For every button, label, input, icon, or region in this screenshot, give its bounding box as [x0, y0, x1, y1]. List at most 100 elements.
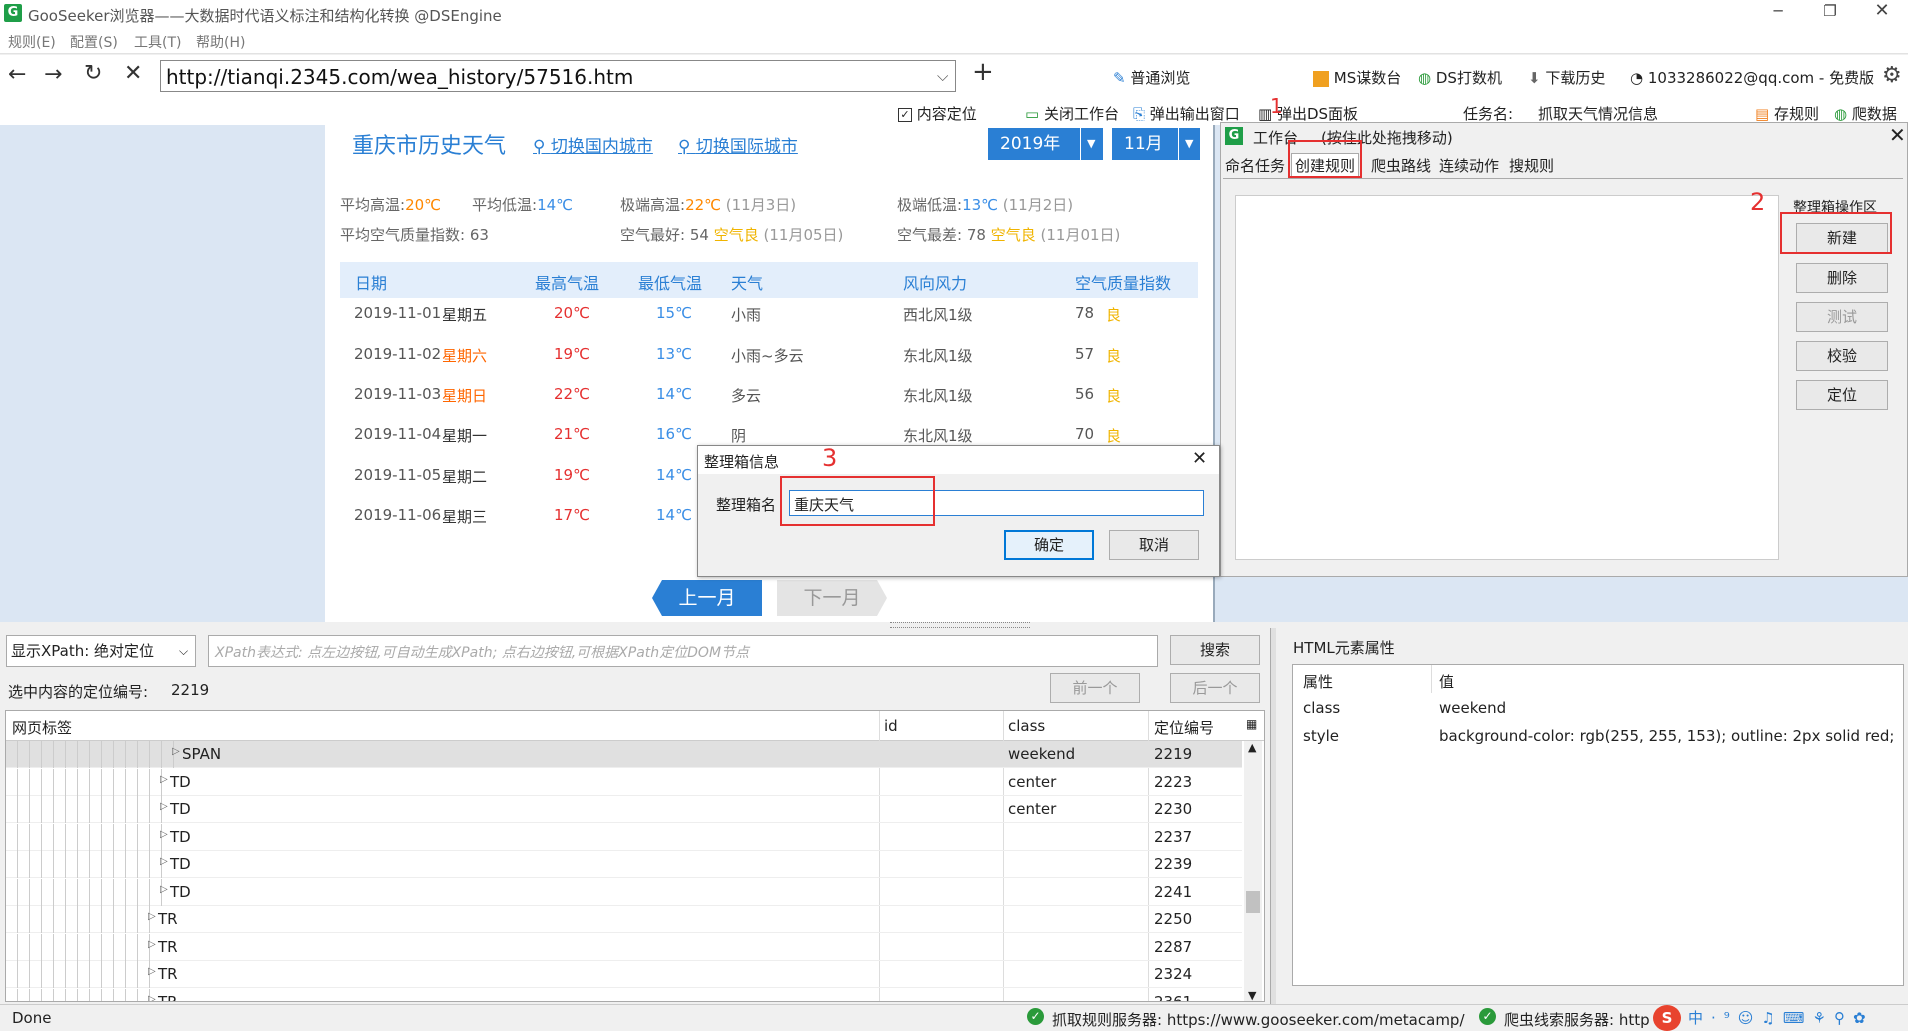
- expand-icon[interactable]: ▷: [160, 884, 168, 895]
- dialog-close-icon[interactable]: ✕: [1192, 448, 1207, 469]
- download-icon: ⬇: [1528, 69, 1541, 87]
- ime-logo-icon[interactable]: S: [1653, 1005, 1681, 1031]
- prev-month-button[interactable]: 上一月: [652, 580, 762, 616]
- splitter-handle[interactable]: [890, 622, 1030, 628]
- table-row[interactable]: ▷ TR 2324: [6, 961, 1242, 988]
- expand-icon[interactable]: ▷: [148, 939, 156, 950]
- add-tab-icon[interactable]: +: [972, 57, 994, 87]
- save-rule-button[interactable]: ▤ 存规则: [1755, 103, 1819, 124]
- spider-server-text: 爬虫线索服务器: http: [1504, 1011, 1650, 1029]
- expand-icon[interactable]: ▷: [148, 994, 156, 1002]
- save-icon: ▤: [1755, 105, 1770, 123]
- tree-area[interactable]: [1235, 195, 1779, 560]
- cancel-button[interactable]: 取消: [1109, 530, 1199, 560]
- workbench-icon: G: [1225, 127, 1243, 145]
- expand-icon[interactable]: ▷: [172, 746, 180, 757]
- row-low: 13℃: [656, 345, 692, 363]
- row-weather: 多云: [731, 387, 762, 405]
- locate-button[interactable]: 定位: [1796, 380, 1888, 410]
- next-node-button[interactable]: 后一个: [1170, 673, 1260, 703]
- scroll-up-icon[interactable]: ▲: [1248, 741, 1256, 754]
- menu-bar: 规则(E) 配置(S) 工具(T) 帮助(H): [0, 28, 1908, 54]
- table-row[interactable]: ▷ TR 2361: [6, 988, 1242, 1002]
- account-button[interactable]: ◔ 1033286022@qq.com - 免费版: [1630, 67, 1874, 88]
- col-num: 定位编号: [1154, 719, 1215, 737]
- close-icon[interactable]: ✕: [1868, 0, 1896, 24]
- menu-rules[interactable]: 规则(E): [8, 32, 56, 52]
- table-row[interactable]: ▷ TD center 2230: [6, 796, 1242, 823]
- stop-icon[interactable]: ✕: [124, 61, 142, 86]
- month-select[interactable]: 11月 ▼: [1112, 128, 1200, 160]
- table-row[interactable]: ▷ TD 2237: [6, 823, 1242, 851]
- maximize-icon[interactable]: ❐: [1816, 2, 1844, 26]
- back-icon[interactable]: ←: [8, 62, 26, 87]
- location-icon: ⚲: [533, 137, 546, 157]
- row-low: 14℃: [656, 506, 692, 524]
- table-row[interactable]: ▷ TD center 2223: [6, 768, 1242, 796]
- expand-icon[interactable]: ▷: [160, 829, 168, 840]
- download-history-button[interactable]: ⬇ 下载历史: [1528, 67, 1605, 88]
- expand-icon[interactable]: ▷: [160, 801, 168, 812]
- next-month-button[interactable]: 下一月: [777, 580, 887, 616]
- check-icon: ✓: [1027, 1008, 1044, 1025]
- dom-num: 2230: [1154, 800, 1193, 818]
- attrs-panel-divider: [1270, 628, 1276, 1004]
- row-date: 2019-11-04: [354, 425, 442, 443]
- content-locate-checkbox[interactable]: ✓ 内容定位: [898, 103, 977, 124]
- ds-button[interactable]: ◍ DS打数机: [1418, 67, 1502, 88]
- stat-extreme-high: 极端高温:22℃ (11月3日): [620, 196, 797, 214]
- weather-table-header: [340, 262, 1198, 298]
- stat-best-air: 空气最好: 54 空气良 (11月05日): [620, 226, 844, 244]
- test-button[interactable]: 测试: [1796, 302, 1888, 332]
- tab-search-rule[interactable]: 搜规则: [1509, 155, 1554, 176]
- expand-icon[interactable]: ▷: [160, 774, 168, 785]
- scroll-thumb[interactable]: [1246, 891, 1260, 913]
- forward-icon[interactable]: →: [44, 62, 62, 87]
- switch-intl-link[interactable]: ⚲ 切换国际城市: [678, 132, 798, 157]
- table-row[interactable]: ▷ TD 2239: [6, 851, 1242, 878]
- workbench-close-icon[interactable]: ✕: [1889, 123, 1906, 147]
- expand-icon[interactable]: ▷: [148, 966, 156, 977]
- xpath-mode-select[interactable]: 显示XPath: 绝对定位 ⌵: [6, 635, 196, 667]
- xpath-input[interactable]: XPath表达式: 点左边按钮,可自动生成XPath; 点右边按钮,可根据XPa…: [208, 635, 1158, 667]
- gear-icon[interactable]: ⚙: [1882, 63, 1902, 88]
- menu-help[interactable]: 帮助(H): [196, 32, 245, 52]
- tab-crawler-route[interactable]: 爬虫路线: [1371, 155, 1431, 176]
- attr-value: weekend: [1439, 699, 1507, 717]
- expand-icon[interactable]: ▷: [148, 911, 156, 922]
- ime-tray-icons[interactable]: 中·⁹☺♫⌨⚘⚲✿: [1688, 1007, 1874, 1028]
- tab-continuous-action[interactable]: 连续动作: [1439, 155, 1499, 176]
- normal-browse-button[interactable]: ✎ 普通浏览: [1113, 67, 1190, 88]
- search-button[interactable]: 搜索: [1170, 635, 1260, 665]
- reload-icon[interactable]: ↻: [84, 61, 102, 86]
- scroll-down-icon[interactable]: ▼: [1248, 989, 1256, 1001]
- year-select[interactable]: 2019年 ▼: [988, 128, 1103, 160]
- tab-name-task[interactable]: 命名任务: [1225, 155, 1285, 176]
- url-input[interactable]: http://tianqi.2345.com/wea_history/57516…: [160, 60, 956, 92]
- column-chooser-icon[interactable]: ▦: [1246, 717, 1257, 731]
- crawl-data-button[interactable]: ◍ 爬数据: [1834, 103, 1897, 124]
- row-high: 20℃: [554, 304, 590, 322]
- url-dropdown-icon[interactable]: ⌵: [937, 67, 948, 85]
- expand-icon[interactable]: ▷: [160, 856, 168, 867]
- table-row[interactable]: ▷ SPAN weekend 2219: [6, 741, 1242, 768]
- prev-node-button[interactable]: 前一个: [1050, 673, 1140, 703]
- row-day: 星期六: [442, 347, 488, 365]
- dom-tag: TR: [158, 965, 178, 983]
- menu-config[interactable]: 配置(S): [70, 32, 118, 52]
- row-day: 星期三: [442, 508, 488, 526]
- delete-button[interactable]: 删除: [1796, 263, 1888, 293]
- vertical-scrollbar[interactable]: ▲ ▼: [1244, 741, 1262, 1001]
- minimize-icon[interactable]: ─: [1764, 2, 1792, 26]
- table-row[interactable]: ▷ TR 2250: [6, 906, 1242, 933]
- close-workbench-button[interactable]: ▭ 关闭工作台: [1025, 103, 1119, 124]
- dom-table-header: [6, 711, 1264, 741]
- popup-output-button[interactable]: ⎘ 弹出输出窗口: [1133, 103, 1240, 124]
- verify-button[interactable]: 校验: [1796, 341, 1888, 371]
- switch-domestic-link[interactable]: ⚲ 切换国内城市: [533, 132, 653, 157]
- menu-tools[interactable]: 工具(T): [134, 32, 181, 52]
- ok-button[interactable]: 确定: [1004, 530, 1094, 560]
- ms-button[interactable]: MS谋数台: [1313, 67, 1401, 88]
- table-row[interactable]: ▷ TR 2287: [6, 933, 1242, 961]
- table-row[interactable]: ▷ TD 2241: [6, 878, 1242, 906]
